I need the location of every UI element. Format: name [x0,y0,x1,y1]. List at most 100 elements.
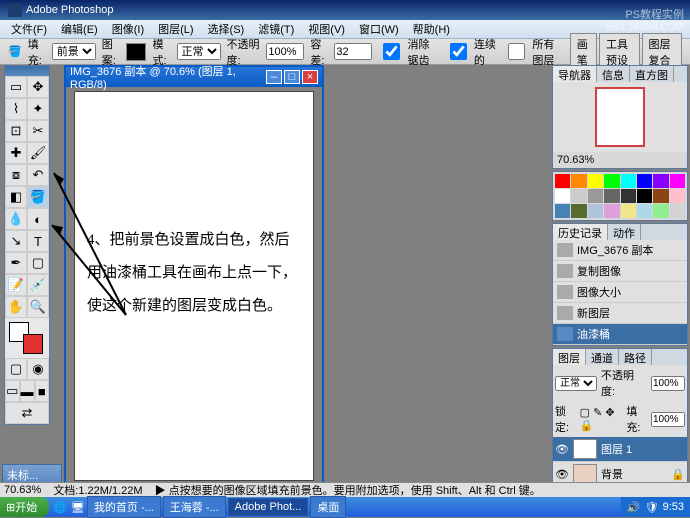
swatch[interactable] [555,189,570,203]
notes-tool[interactable]: 📝 [5,274,27,296]
document-title-bar[interactable]: IMG_3676 副本 @ 70.6% (图层 1, RGB/8) – □ × [66,67,322,87]
blend-mode-select[interactable]: 正常 [555,376,597,391]
eyedropper-tool[interactable]: 💉 [27,274,49,296]
canvas[interactable]: 4、把前景色设置成白色，然后用油漆桶工具在画布上点一下，使这个新建的图层变成白色… [74,91,314,481]
quick-launch-ie-icon[interactable]: 🌐 [53,501,67,514]
contiguous-check[interactable]: 连续的 [445,36,498,68]
tab-layers[interactable]: 图层 [553,349,586,365]
visibility-icon[interactable]: 👁 [555,468,569,481]
swatch[interactable] [621,189,636,203]
tray-icon[interactable]: 🛡 [645,501,659,514]
clock[interactable]: 9:53 [663,501,684,513]
brush-tool[interactable]: 🖌 [27,142,49,164]
history-snapshot[interactable]: IMG_3676 副本 [553,240,687,261]
close-icon[interactable]: × [302,70,318,84]
stamp-tool[interactable]: ⧇ [5,164,27,186]
shape-tool[interactable]: ▢ [27,252,49,274]
swatch[interactable] [604,204,619,218]
toolbox-header[interactable] [5,66,49,76]
swatch[interactable] [571,204,586,218]
swatch[interactable] [670,204,685,218]
swatch[interactable] [588,189,603,203]
task-item[interactable]: 桌面 [310,496,346,518]
task-item[interactable]: 我的首页 -... [87,496,161,518]
zoom-tool[interactable]: 🔍 [27,296,49,318]
pen-tool[interactable]: ✒ [5,252,27,274]
eraser-tool[interactable]: ◧ [5,186,27,208]
visibility-icon[interactable]: 👁 [555,443,569,456]
task-item[interactable]: 王海蓉 -... [163,496,226,518]
path-tool[interactable]: ↘ [5,230,27,252]
quickmask-on[interactable]: ◉ [27,358,49,380]
tray-icon[interactable]: 🔊 [627,501,641,514]
tab-history[interactable]: 历史记录 [553,224,608,240]
swatch[interactable] [653,204,668,218]
blur-tool[interactable]: 💧 [5,208,27,230]
imageready-jump[interactable]: ⇄ [5,402,49,424]
minimized-window[interactable]: 未标... [2,464,62,484]
dodge-tool[interactable]: ◐ [27,208,49,230]
tab-histogram[interactable]: 直方图 [630,66,674,82]
type-tool[interactable]: T [27,230,49,252]
swatch[interactable] [637,189,652,203]
background-color[interactable] [23,334,43,354]
tab-navigator[interactable]: 导航器 [553,66,597,82]
tab-paths[interactable]: 路径 [619,349,652,365]
swatch[interactable] [670,189,685,203]
swatch[interactable] [621,174,636,188]
minimize-icon[interactable]: – [266,70,282,84]
wand-tool[interactable]: ✦ [27,98,49,120]
navigator-thumb-area[interactable] [553,82,687,152]
marquee-tool[interactable]: ▭ [5,76,27,98]
maximize-icon[interactable]: □ [284,70,300,84]
history-item[interactable]: 复制图像 [553,261,687,282]
screen-standard[interactable]: ▭ [5,380,20,402]
swatch[interactable] [604,174,619,188]
task-item[interactable]: Adobe Phot... [228,498,309,516]
menu-edit[interactable]: 编辑(E) [54,19,105,39]
screen-full-menu[interactable]: ▬ [20,380,35,402]
quickmask-off[interactable]: ▢ [5,358,27,380]
screen-full[interactable]: ■ [35,380,50,402]
mode-select[interactable]: 正常 [177,43,221,60]
crop-tool[interactable]: ⊡ [5,120,27,142]
color-picker[interactable] [5,318,49,358]
antialias-check[interactable]: 消除锯齿 [378,36,438,68]
opacity-input[interactable] [266,43,304,60]
hand-tool[interactable]: ✋ [5,296,27,318]
paint-bucket-tool[interactable]: 🪣 [27,186,49,208]
swatch[interactable] [621,204,636,218]
move-tool[interactable]: ✥ [27,76,49,98]
quick-launch-desktop-icon[interactable]: 🖥 [71,501,85,514]
swatch[interactable] [637,174,652,188]
history-item[interactable]: 图像大小 [553,282,687,303]
swatch[interactable] [571,189,586,203]
tab-actions[interactable]: 动作 [608,224,641,240]
start-button[interactable]: ⊞ 开始 [0,497,49,517]
navigator-zoom[interactable]: 70.63% [557,154,594,166]
layer-item[interactable]: 👁 图层 1 [553,437,687,462]
all-layers-check[interactable]: 所有图层 [503,36,563,68]
swatch[interactable] [653,189,668,203]
swatch[interactable] [637,204,652,218]
swatch[interactable] [604,189,619,203]
pattern-swatch[interactable] [126,43,147,61]
tab-channels[interactable]: 通道 [586,349,619,365]
status-zoom[interactable]: 70.63% [4,484,41,496]
swatch[interactable] [555,204,570,218]
swatch[interactable] [555,174,570,188]
history-item[interactable]: 油漆桶 [553,324,687,345]
history-brush-tool[interactable]: ↶ [27,164,49,186]
swatch[interactable] [670,174,685,188]
swatch[interactable] [588,174,603,188]
tab-info[interactable]: 信息 [597,66,630,82]
swatch[interactable] [588,204,603,218]
swatch[interactable] [653,174,668,188]
heal-tool[interactable]: ✚ [5,142,27,164]
lasso-tool[interactable]: ⌇ [5,98,27,120]
swatch[interactable] [571,174,586,188]
layer-opacity-input[interactable] [651,376,685,391]
tolerance-input[interactable] [334,43,372,60]
layer-fill-input[interactable] [651,412,685,427]
slice-tool[interactable]: ✂ [27,120,49,142]
